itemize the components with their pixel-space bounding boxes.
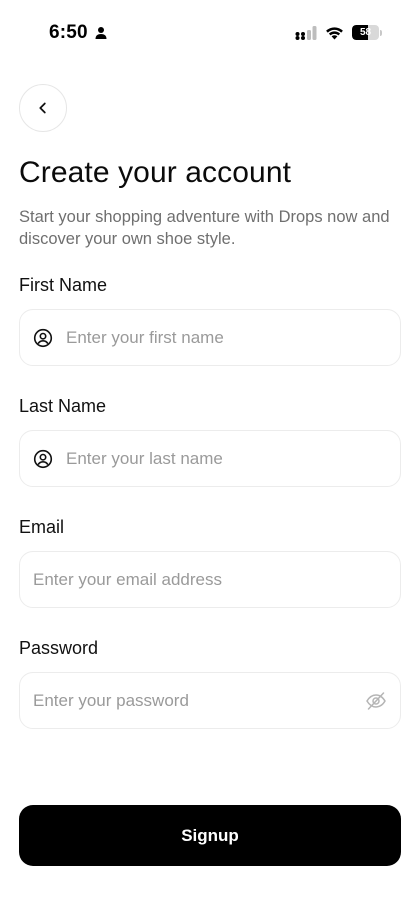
email-input[interactable] bbox=[33, 552, 387, 607]
person-icon bbox=[95, 27, 107, 39]
status-icons: 58 bbox=[295, 25, 382, 40]
user-circle-icon bbox=[33, 328, 53, 347]
last-name-field[interactable] bbox=[19, 430, 401, 487]
password-field[interactable] bbox=[19, 672, 401, 729]
cellular-signal-icon bbox=[295, 25, 317, 40]
first-name-field[interactable] bbox=[19, 309, 401, 366]
user-circle-icon bbox=[33, 449, 53, 468]
page-title: Create your account bbox=[19, 156, 292, 189]
last-name-input[interactable] bbox=[66, 431, 387, 486]
email-label: Email bbox=[19, 517, 65, 537]
first-name-label: First Name bbox=[19, 275, 108, 295]
email-field[interactable] bbox=[19, 551, 401, 608]
first-name-input[interactable] bbox=[66, 310, 387, 365]
battery-icon: 58 bbox=[352, 25, 379, 40]
battery-indicator: 58 bbox=[352, 25, 382, 40]
status-time-group: 6:50 bbox=[49, 22, 108, 44]
wifi-icon bbox=[326, 26, 343, 39]
last-name-label: Last Name bbox=[19, 396, 107, 416]
battery-level-text: 58 bbox=[359, 27, 372, 38]
chevron-left-icon bbox=[39, 102, 46, 114]
eye-off-icon[interactable] bbox=[365, 690, 387, 712]
password-label: Password bbox=[19, 638, 99, 658]
signup-button[interactable]: Signup bbox=[19, 805, 401, 866]
page-subtitle: Start your shopping adventure with Drops… bbox=[19, 208, 390, 248]
password-input[interactable] bbox=[33, 673, 357, 728]
status-bar: 6:50 58 bbox=[0, 0, 420, 68]
battery-cap bbox=[380, 29, 382, 36]
back-button[interactable] bbox=[19, 84, 67, 132]
status-time: 6:50 bbox=[49, 22, 88, 43]
